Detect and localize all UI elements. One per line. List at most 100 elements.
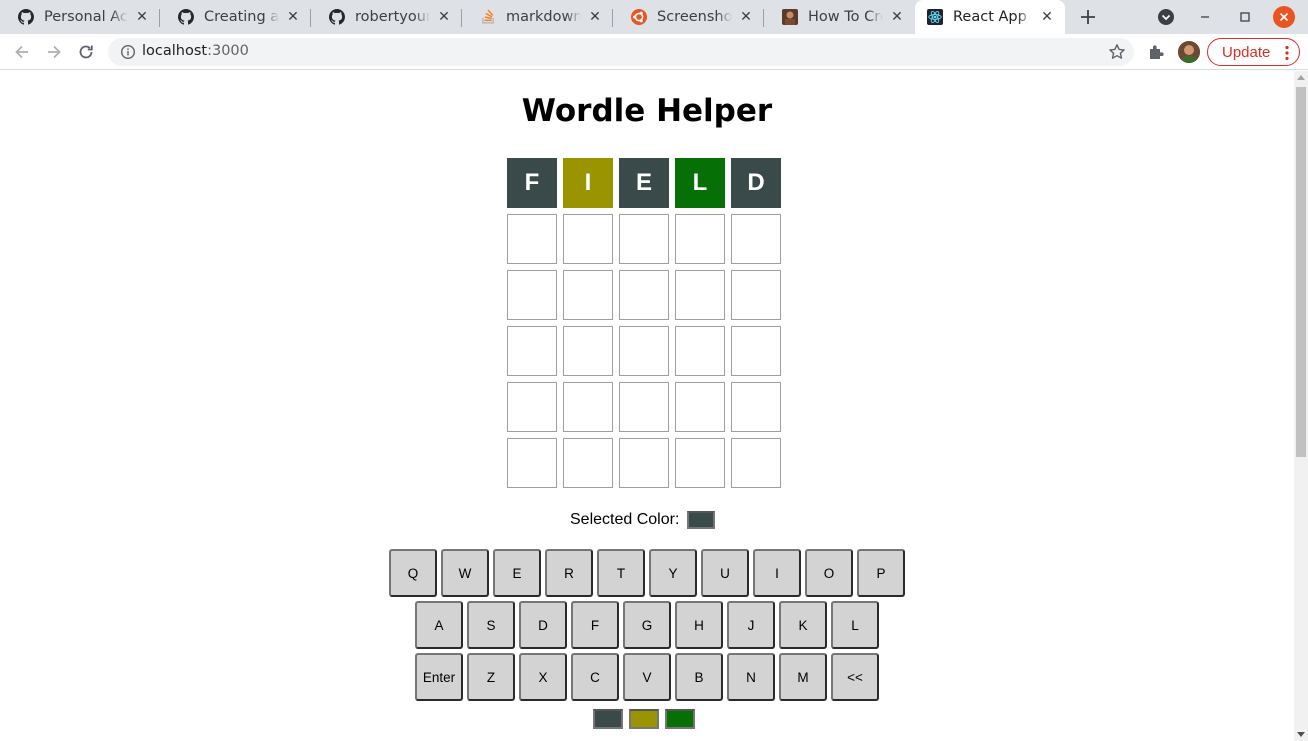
vertical-scrollbar[interactable]: [1294, 71, 1308, 741]
tab-search-button[interactable]: [1156, 7, 1176, 27]
key-m[interactable]: M: [779, 653, 827, 701]
board-cell[interactable]: [563, 214, 613, 264]
bookmark-star-icon[interactable]: [1108, 43, 1126, 61]
key-w[interactable]: W: [441, 549, 489, 597]
key-n[interactable]: N: [727, 653, 775, 701]
color-swatch-yellow[interactable]: [629, 709, 659, 729]
board-cell[interactable]: [675, 214, 725, 264]
color-swatch-green[interactable]: [665, 709, 695, 729]
board-cell[interactable]: L: [675, 158, 725, 208]
close-icon[interactable]: ✕: [1039, 9, 1055, 25]
key-g[interactable]: G: [623, 601, 671, 649]
key-h[interactable]: H: [675, 601, 723, 649]
new-tab-button[interactable]: [1076, 5, 1100, 29]
board-cell[interactable]: [507, 214, 557, 264]
back-button[interactable]: [11, 41, 33, 63]
update-button[interactable]: Update: [1207, 38, 1300, 66]
maximize-button[interactable]: [1233, 5, 1257, 29]
tab-screenshots[interactable]: Screenshots ✕: [613, 0, 764, 34]
scroll-up-arrow[interactable]: [1297, 75, 1305, 80]
key-c[interactable]: C: [571, 653, 619, 701]
board-cell[interactable]: [619, 326, 669, 376]
update-label: Update: [1222, 43, 1271, 61]
tab-how-to-create[interactable]: How To Create ✕: [764, 0, 915, 34]
close-icon[interactable]: ✕: [738, 9, 754, 25]
url-text[interactable]: localhost:3000: [142, 43, 249, 59]
key-z[interactable]: Z: [467, 653, 515, 701]
tab-markdown[interactable]: markdown - How ✕: [462, 0, 613, 34]
board-cell[interactable]: D: [731, 158, 781, 208]
address-bar[interactable]: localhost:3000: [108, 38, 1134, 66]
key-y[interactable]: Y: [649, 549, 697, 597]
board-cell[interactable]: [619, 270, 669, 320]
key-d[interactable]: D: [519, 601, 567, 649]
profile-avatar[interactable]: [1178, 41, 1200, 63]
board-cell[interactable]: [675, 326, 725, 376]
github-icon: [329, 9, 345, 25]
key-f[interactable]: F: [571, 601, 619, 649]
chevron-down-icon: [1158, 9, 1174, 25]
close-icon[interactable]: ✕: [889, 9, 905, 25]
board-cell[interactable]: [675, 438, 725, 488]
close-icon[interactable]: ✕: [134, 9, 150, 25]
key-k[interactable]: K: [779, 601, 827, 649]
board-cell[interactable]: [731, 270, 781, 320]
arrow-left-icon: [15, 45, 28, 59]
key-b[interactable]: B: [675, 653, 723, 701]
key-x[interactable]: X: [519, 653, 567, 701]
tab-robertyoung[interactable]: robertyoung ✕: [311, 0, 462, 34]
key-v[interactable]: V: [623, 653, 671, 701]
board-cell[interactable]: [507, 270, 557, 320]
board-cell[interactable]: I: [563, 158, 613, 208]
close-window-button[interactable]: [1273, 6, 1295, 28]
board-cell[interactable]: [563, 326, 613, 376]
scroll-down-arrow[interactable]: [1297, 732, 1305, 737]
board-cell[interactable]: [675, 382, 725, 432]
key-r[interactable]: R: [545, 549, 593, 597]
board-cell[interactable]: [675, 270, 725, 320]
key-i[interactable]: I: [753, 549, 801, 597]
board-cell[interactable]: [619, 382, 669, 432]
board-cell[interactable]: [507, 438, 557, 488]
forward-button[interactable]: [43, 41, 65, 63]
board-cell[interactable]: E: [619, 158, 669, 208]
scrollbar-thumb[interactable]: [1296, 87, 1306, 457]
key-s[interactable]: S: [467, 601, 515, 649]
selected-color-swatch: [687, 511, 716, 529]
board-cell[interactable]: F: [507, 158, 557, 208]
close-icon[interactable]: ✕: [436, 9, 452, 25]
info-icon[interactable]: [120, 44, 136, 60]
board-cell[interactable]: [507, 382, 557, 432]
key-q[interactable]: Q: [389, 549, 437, 597]
key-t[interactable]: T: [597, 549, 645, 597]
key-e[interactable]: E: [493, 549, 541, 597]
key-p[interactable]: P: [857, 549, 905, 597]
board-cell[interactable]: [563, 382, 613, 432]
board-cell[interactable]: [563, 438, 613, 488]
key-o[interactable]: O: [805, 549, 853, 597]
key-u[interactable]: U: [701, 549, 749, 597]
tab-creating-a-person[interactable]: Creating a person ✕: [160, 0, 311, 34]
color-swatch-gray[interactable]: [593, 709, 623, 729]
tab-react-app[interactable]: React App ✕: [915, 0, 1065, 34]
enter-key[interactable]: Enter: [415, 653, 463, 701]
reload-button[interactable]: [75, 41, 97, 63]
tab-strip: Personal Access ✕ Creating a person ✕ ro…: [0, 0, 1308, 34]
board-cell[interactable]: [731, 326, 781, 376]
backspace-key[interactable]: <<: [831, 653, 879, 701]
board-cell[interactable]: [731, 382, 781, 432]
key-l[interactable]: L: [831, 601, 879, 649]
board-cell[interactable]: [507, 326, 557, 376]
minimize-button[interactable]: [1193, 5, 1217, 29]
board-cell[interactable]: [619, 214, 669, 264]
tab-personal-access[interactable]: Personal Access ✕: [0, 0, 160, 34]
close-icon[interactable]: ✕: [285, 9, 301, 25]
close-icon[interactable]: ✕: [587, 9, 603, 25]
extensions-icon[interactable]: [1146, 42, 1166, 62]
key-j[interactable]: J: [727, 601, 775, 649]
board-cell[interactable]: [731, 438, 781, 488]
board-cell[interactable]: [731, 214, 781, 264]
key-a[interactable]: A: [415, 601, 463, 649]
board-cell[interactable]: [619, 438, 669, 488]
board-cell[interactable]: [563, 270, 613, 320]
